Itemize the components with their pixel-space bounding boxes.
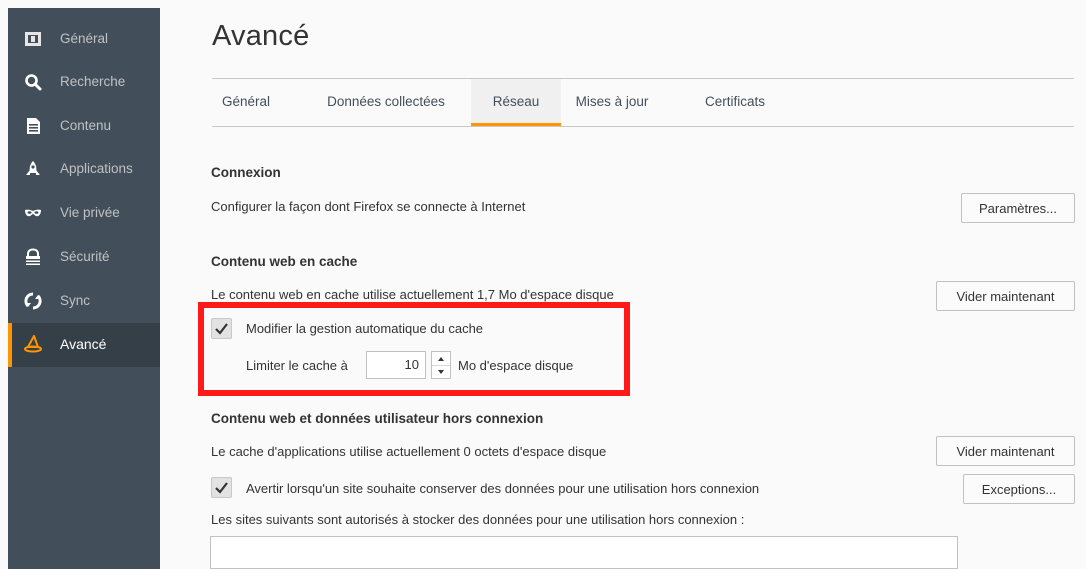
- sidebar-item-general[interactable]: Général: [8, 18, 160, 62]
- sidebar-item-label: Général: [60, 31, 109, 46]
- tab-bar: Général Données collectées Réseau Mises …: [212, 79, 1074, 126]
- cache-size-stepper[interactable]: [431, 351, 451, 379]
- lock-icon: [24, 248, 42, 266]
- general-icon: [24, 30, 42, 48]
- cache-size-input[interactable]: 10: [366, 351, 426, 379]
- override-cache-label: Modifier la gestion automatique du cache: [246, 321, 484, 336]
- sidebar-item-label: Recherche: [60, 74, 126, 89]
- sync-icon: [24, 292, 42, 310]
- sidebar-item-label: Applications: [60, 161, 133, 176]
- section-heading-connection: Connexion: [211, 165, 281, 180]
- sidebar-item-privacy[interactable]: Vie privée: [8, 192, 160, 236]
- stepper-up-button[interactable]: [432, 352, 450, 366]
- rocket-icon: [24, 160, 42, 178]
- cache-limit-suffix: Mo d'espace disque: [458, 358, 574, 373]
- wizard-hat-icon: [24, 335, 42, 353]
- warn-offline-checkbox[interactable]: [211, 477, 232, 498]
- sidebar-item-label: Vie privée: [60, 205, 120, 220]
- tab-general[interactable]: Général: [212, 79, 280, 124]
- sidebar-item-label: Sync: [60, 293, 91, 308]
- sidebar-item-label: Contenu: [60, 118, 112, 133]
- offline-usage-description: Le cache d'applications utilise actuelle…: [211, 444, 607, 459]
- tab-updates[interactable]: Mises à jour: [562, 79, 662, 124]
- active-marker: [8, 323, 12, 367]
- sidebar-item-applications[interactable]: Applications: [8, 148, 160, 192]
- stepper-down-button[interactable]: [432, 365, 450, 378]
- sidebar-item-label: Avancé: [60, 336, 107, 352]
- clear-cache-button[interactable]: Vider maintenant: [936, 281, 1075, 311]
- tabs-separator: [212, 126, 1074, 127]
- sidebar-item-security[interactable]: Sécurité: [8, 236, 160, 280]
- connection-description: Configurer la façon dont Firefox se conn…: [211, 199, 526, 214]
- checkmark-icon: [215, 482, 228, 494]
- tab-network[interactable]: Réseau: [471, 79, 561, 126]
- search-icon: [24, 73, 42, 91]
- sidebar-item-search[interactable]: Recherche: [8, 61, 160, 105]
- sidebar-item-content[interactable]: Contenu: [8, 105, 160, 149]
- sidebar-item-sync[interactable]: Sync: [8, 280, 160, 324]
- cache-usage-description: Le contenu web en cache utilise actuelle…: [211, 287, 614, 302]
- arrow-up-icon: [438, 357, 444, 361]
- section-heading-cache: Contenu web en cache: [211, 254, 358, 269]
- allowed-sites-label: Les sites suivants sont autorisés à stoc…: [211, 512, 745, 527]
- clear-offline-data-button[interactable]: Vider maintenant: [936, 436, 1075, 466]
- section-heading-offline: Contenu web et données utilisateur hors …: [211, 411, 544, 426]
- sidebar-item-advanced[interactable]: Avancé: [8, 323, 160, 367]
- override-cache-checkbox[interactable]: [211, 318, 232, 339]
- allowed-sites-list[interactable]: [210, 536, 958, 569]
- tab-data-collected[interactable]: Données collectées: [312, 79, 460, 124]
- sidebar: Général Recherche Contenu Applications V…: [8, 8, 160, 569]
- page-title: Avancé: [212, 20, 310, 52]
- content-icon: [24, 117, 42, 135]
- warn-offline-label: Avertir lorsqu'un site souhaite conserve…: [246, 481, 760, 496]
- mask-icon: [24, 204, 42, 222]
- tab-certificates[interactable]: Certificats: [690, 79, 780, 124]
- arrow-down-icon: [438, 370, 444, 374]
- connection-settings-button[interactable]: Paramètres...: [961, 193, 1075, 223]
- exceptions-button[interactable]: Exceptions...: [963, 474, 1075, 504]
- cache-limit-prefix: Limiter le cache à: [246, 358, 348, 373]
- sidebar-item-label: Sécurité: [60, 249, 110, 264]
- checkmark-icon: [215, 323, 228, 335]
